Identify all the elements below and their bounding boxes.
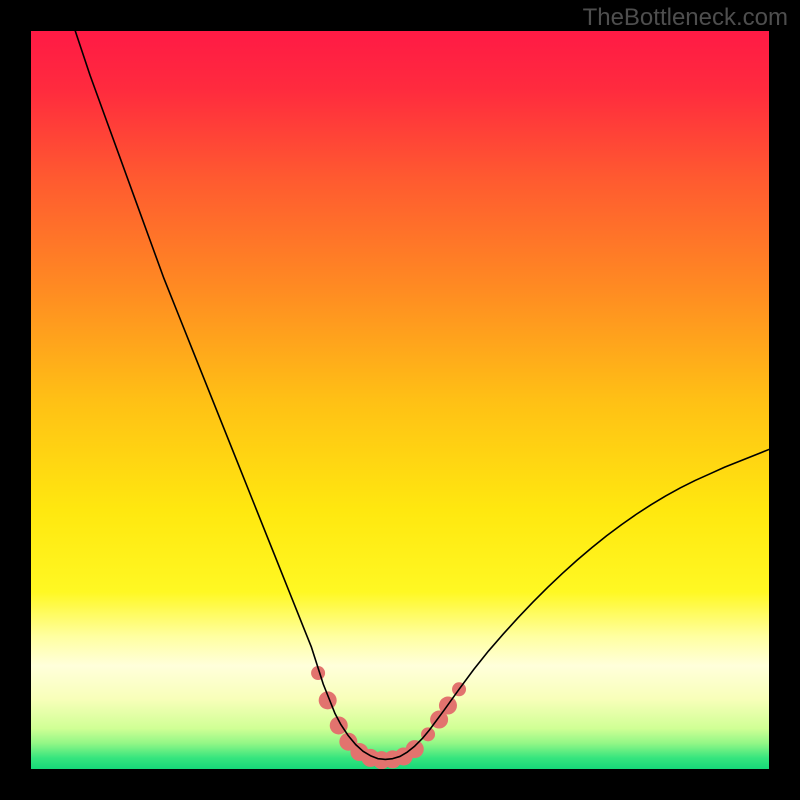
marker-point [421, 727, 435, 741]
gradient-background [31, 31, 769, 769]
plot-area [31, 31, 769, 769]
marker-point [406, 740, 424, 758]
chart-frame: TheBottleneck.com [0, 0, 800, 800]
watermark-label: TheBottleneck.com [583, 4, 788, 32]
plot-svg [31, 31, 769, 769]
